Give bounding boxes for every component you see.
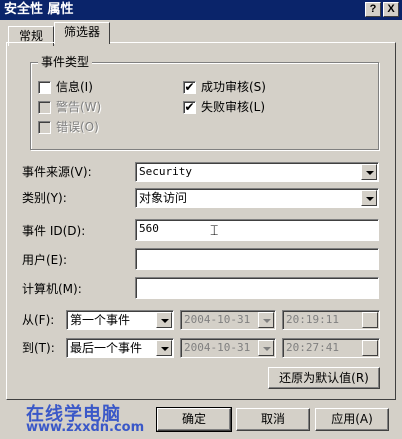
info-checkbox[interactable] <box>38 81 51 94</box>
check-icon: ✔ <box>184 100 195 114</box>
user-label: 用户(E): <box>22 253 67 267</box>
category-select[interactable]: 对象访问 <box>135 188 379 208</box>
help-button[interactable]: ? <box>365 2 381 17</box>
category-label: 类别(Y): <box>22 191 67 205</box>
tab-general-label: 常规 <box>18 29 43 43</box>
title-bar: 安全性 属性 <box>0 0 402 20</box>
apply-button[interactable]: 应用(A) <box>315 408 389 431</box>
error-checkbox[interactable] <box>38 121 51 134</box>
computer-label: 计算机(M): <box>22 282 82 296</box>
window-title: 安全性 属性 <box>4 2 74 17</box>
to-label: 到(T): <box>22 341 55 355</box>
success-audit-checkbox[interactable]: ✔ <box>183 81 196 94</box>
close-button[interactable]: X <box>383 2 399 17</box>
chevron-down-icon[interactable] <box>258 312 274 328</box>
from-label: 从(F): <box>22 313 55 327</box>
failure-audit-label: 失败审核(L) <box>201 100 266 114</box>
failure-audit-checkbox[interactable]: ✔ <box>183 101 196 114</box>
spinner-icon[interactable] <box>362 312 378 328</box>
success-audit-label: 成功审核(S) <box>201 80 266 94</box>
spinner-icon[interactable] <box>362 340 378 356</box>
error-label: 错误(O) <box>56 120 99 134</box>
warning-checkbox[interactable] <box>38 101 51 114</box>
text-cursor-icon: ⌶ <box>210 223 219 239</box>
event-id-input[interactable]: 560 <box>135 219 379 241</box>
help-icon: ? <box>369 3 377 15</box>
tab-filter[interactable]: 筛选器 <box>54 22 110 44</box>
tab-filter-label: 筛选器 <box>63 25 100 39</box>
watermark-url: www.zxxdn.com <box>26 420 145 435</box>
event-source-select[interactable]: Security <box>135 162 379 182</box>
ok-button[interactable]: 确定 <box>156 407 232 432</box>
event-source-label: 事件来源(V): <box>22 165 92 179</box>
computer-input[interactable] <box>135 277 379 299</box>
restore-defaults-button[interactable]: 还原为默认值(R) <box>268 367 380 389</box>
chevron-down-icon[interactable] <box>156 340 172 356</box>
user-input[interactable] <box>135 248 379 270</box>
chevron-down-icon[interactable] <box>156 312 172 328</box>
info-label: 信息(I) <box>56 80 93 94</box>
cancel-button[interactable]: 取消 <box>236 408 310 431</box>
warning-label: 警告(W) <box>56 100 102 114</box>
event-id-label: 事件 ID(D): <box>22 224 86 238</box>
close-icon: X <box>387 3 395 15</box>
chevron-down-icon[interactable] <box>361 190 377 206</box>
chevron-down-icon[interactable] <box>258 340 274 356</box>
event-types-legend: 事件类型 <box>38 55 93 69</box>
check-icon: ✔ <box>184 80 195 94</box>
chevron-down-icon[interactable] <box>361 164 377 180</box>
